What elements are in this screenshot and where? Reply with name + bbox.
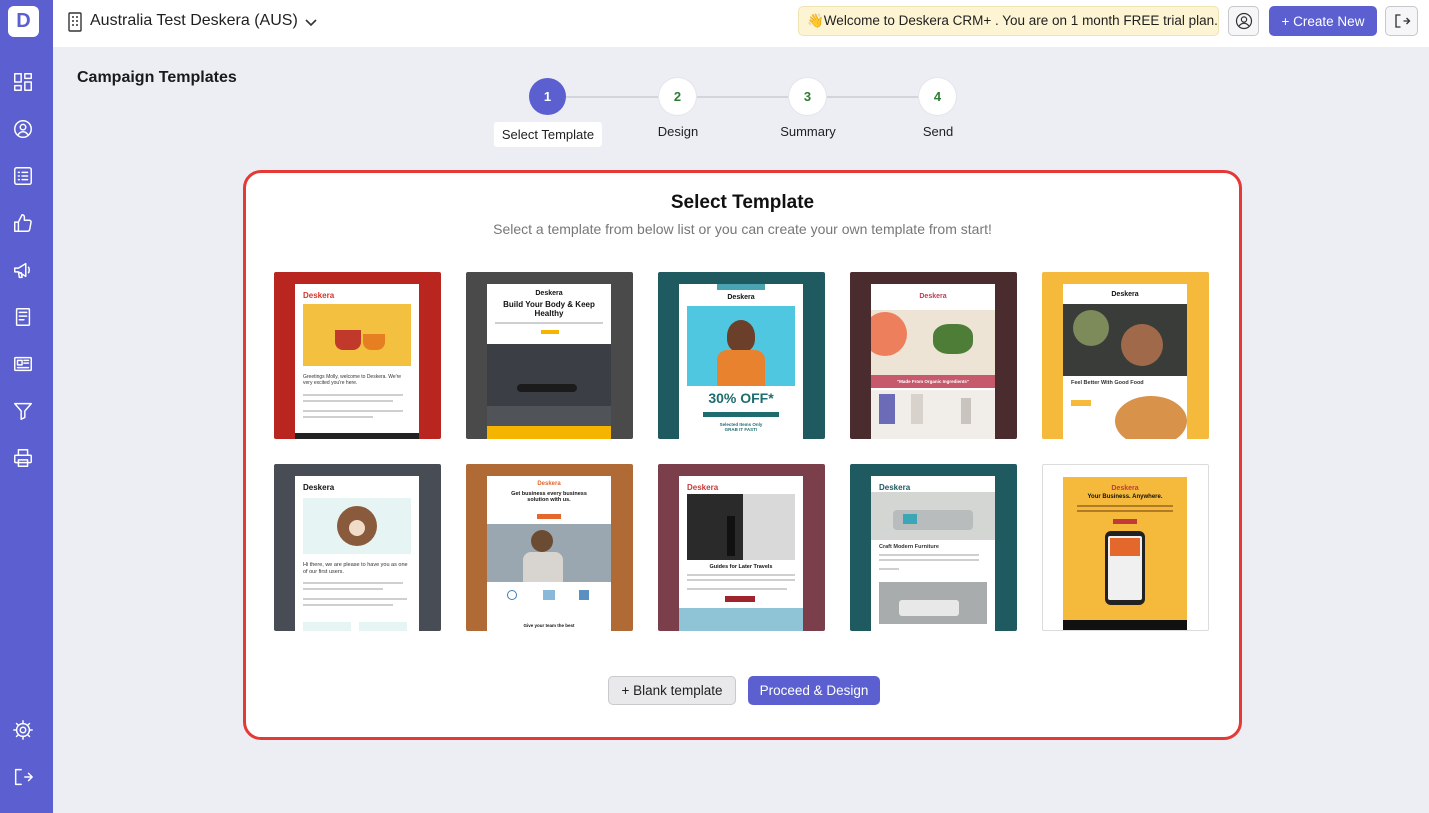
template-brand: Deskera	[537, 481, 561, 487]
template-card-7[interactable]: Deskera Get business every business solu…	[466, 464, 633, 631]
template-card-3[interactable]: Deskera 30% OFF* Selected Items Only GRA…	[658, 272, 825, 439]
template-card-9[interactable]: Deskera Craft Modern Furniture	[850, 464, 1017, 631]
card-subtitle: Select a template from below list or you…	[493, 221, 992, 237]
template-card-8[interactable]: Deskera Guides for Later Travels	[658, 464, 825, 631]
step-1-label: Select Template	[493, 122, 603, 147]
template-hero-image	[303, 498, 411, 554]
stepper-line	[548, 96, 938, 98]
logout-icon	[1394, 14, 1410, 28]
template-headline: Your Business. Anywhere.	[1087, 494, 1163, 500]
template-brand: Deskera	[1111, 485, 1139, 492]
template-headline: "Made From Organic Ingredients"	[896, 379, 970, 384]
trial-banner: 👋Welcome to Deskera CRM+ . You are on 1 …	[798, 6, 1219, 36]
template-hero-image	[687, 494, 795, 560]
template-hero-image	[487, 524, 611, 582]
template-card-4[interactable]: Deskera "Made From Organic Ingredients"	[850, 272, 1017, 439]
header-logout-button[interactable]	[1385, 6, 1418, 36]
template-headline: Guides for Later Travels	[709, 564, 773, 570]
template-card-2[interactable]: Deskera Build Your Body & Keep Healthy	[466, 272, 633, 439]
page-title: Campaign Templates	[77, 69, 237, 86]
template-headline: Craft Modern Furniture	[879, 544, 939, 550]
dashboard-icon[interactable]	[10, 69, 36, 95]
template-headline: Build Your Body & Keep Healthy	[503, 300, 595, 318]
template-text: Give your team the best	[523, 623, 575, 628]
card-title: Select Template	[670, 192, 815, 213]
top-header: Australia Test Deskera (AUS) 👋Welcome to…	[53, 0, 1429, 47]
template-headline: Feel Better With Good Food	[1071, 380, 1144, 386]
user-icon	[1235, 12, 1252, 30]
proceed-design-button[interactable]: Proceed & Design	[748, 676, 880, 705]
deskera-logo[interactable]: D	[8, 6, 39, 37]
step-1-circle[interactable]: 1	[529, 78, 566, 115]
template-brand: Deskera	[1111, 291, 1139, 298]
template-brand: Deskera	[727, 294, 755, 301]
template-hero-image	[1063, 304, 1187, 376]
template-headline: Get business every business solution wit…	[511, 491, 587, 503]
template-brand: Deskera	[535, 290, 563, 297]
contacts-icon[interactable]	[10, 116, 36, 142]
create-new-button[interactable]: + Create New	[1269, 6, 1377, 36]
template-brand: Deskera	[303, 483, 335, 492]
template-text: Greetings Molly, welcome to Deskera. We'…	[303, 374, 402, 386]
organization-name[interactable]: Australia Test Deskera (AUS)	[90, 12, 298, 30]
logout-icon[interactable]	[10, 764, 36, 790]
funnel-icon[interactable]	[10, 398, 36, 424]
step-2-label: Design	[657, 124, 699, 139]
template-brand: Deskera	[687, 483, 719, 492]
settings-icon[interactable]	[10, 717, 36, 743]
template-brand: Deskera	[303, 291, 335, 300]
newsletter-icon[interactable]	[10, 351, 36, 377]
megaphone-icon[interactable]	[10, 257, 36, 283]
user-profile-button[interactable]	[1228, 6, 1259, 36]
step-3-circle[interactable]: 3	[789, 78, 826, 115]
template-hero-image	[487, 344, 611, 426]
blank-template-button[interactable]: + Blank template	[608, 676, 736, 705]
chevron-down-icon[interactable]	[303, 14, 319, 30]
thumbs-up-icon[interactable]	[10, 210, 36, 236]
template-headline: 30% OFF*	[708, 390, 774, 406]
template-card-10[interactable]: Deskera Your Business. Anywhere.	[1042, 464, 1209, 631]
building-icon	[68, 12, 82, 32]
printer-icon[interactable]	[10, 445, 36, 471]
template-card-5[interactable]: Deskera Feel Better With Good Food	[1042, 272, 1209, 439]
step-4-label: Send	[922, 124, 954, 139]
template-hero-image	[303, 304, 411, 366]
template-card-1[interactable]: Deskera Greetings Molly, welcome to Desk…	[274, 272, 441, 439]
template-card-6[interactable]: Deskera Hi there, we are please to have …	[274, 464, 441, 631]
template-selection-card: Select Template Select a template from b…	[243, 170, 1242, 740]
template-brand: Deskera	[879, 483, 911, 492]
template-hero-image	[871, 492, 995, 540]
document-icon[interactable]	[10, 304, 36, 330]
template-hero-image	[687, 306, 795, 386]
template-brand: Deskera	[919, 293, 947, 300]
step-4-circle[interactable]: 4	[919, 78, 956, 115]
step-2-circle[interactable]: 2	[659, 78, 696, 115]
template-text: Hi there, we are please to have you as o…	[303, 562, 408, 575]
sidebar: D	[0, 0, 53, 813]
template-text: Selected Items Only GRAB IT FAST!	[719, 422, 763, 432]
step-3-label: Summary	[780, 124, 836, 139]
template-hero-image	[871, 310, 995, 375]
list-icon[interactable]	[10, 163, 36, 189]
